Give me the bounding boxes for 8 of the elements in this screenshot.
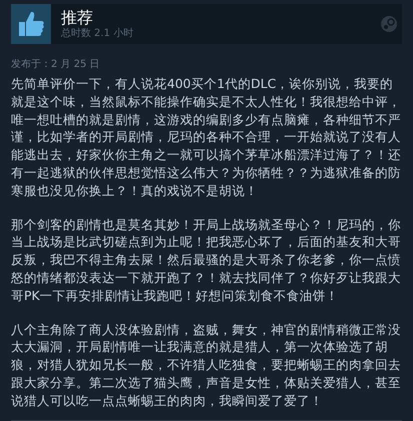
review-paragraph: 先简单评价一下，有人说花400买个1代的DLC，诶你别说，我要的就是这个味，当然鼠标不能操作确实是不太人性化！我很想给中评，唯一想吐槽的就是剧情，这游戏的编剧多少有点脑瘫，各种细节不严谨，比如学者的开局剧情，尼玛的各种不合理，一开始就说了没有人能逃出去，好家伙你主角之一就可以搞个茅草冰船漂洋过海了？！还有一起逃狱的伙伴思想觉悟这么伟大？为你牺牲？？为逃狱准备的防寒服也没见你换上？！真的戏说不是胡说！ [11,75,402,200]
steam-logo-icon [381,16,397,32]
review-paragraph: 那个剑客的剧情也是莫名其妙！开局上战场就圣母心？！尼玛的，你当上战场是比武切磋点到为止呢！把我恶心坏了，后面的基友和大哥反叛，我巴不得主角去屎！然后最骚的是大哥杀了你老爹，你一点愤怒的情绪都没表达一下就开跑了？！就去找同伴了？你好歹让我跟大哥PK一下再安排剧情让我跑吧！好想问策划食不食油饼！ [11,216,402,305]
thumbs-up-icon [11,4,51,44]
posted-date: 发布于：2 月 25 日 [11,58,100,72]
verdict-title: 推荐 [61,8,94,27]
review-paragraph: 八个主角除了商人没体验剧情，盗贼，舞女，神官的剧情稍微正常没太大漏洞，开局剧情唯一让我满意的就是猎人，第一次体验选了胡狼，对猎人犹如兄长一般，不许猎人吃独食，要把蜥蜴王的肉拿回去跟大家分享。第二次选了猫头鹰，声音是女性，体贴关爱猎人，甚至说猎人可以吃一点点蜥蜴王的肉肉，我瞬间爱了爱了！ [11,320,402,410]
playtime-text: 总时数 2.1 小时 [61,27,134,40]
